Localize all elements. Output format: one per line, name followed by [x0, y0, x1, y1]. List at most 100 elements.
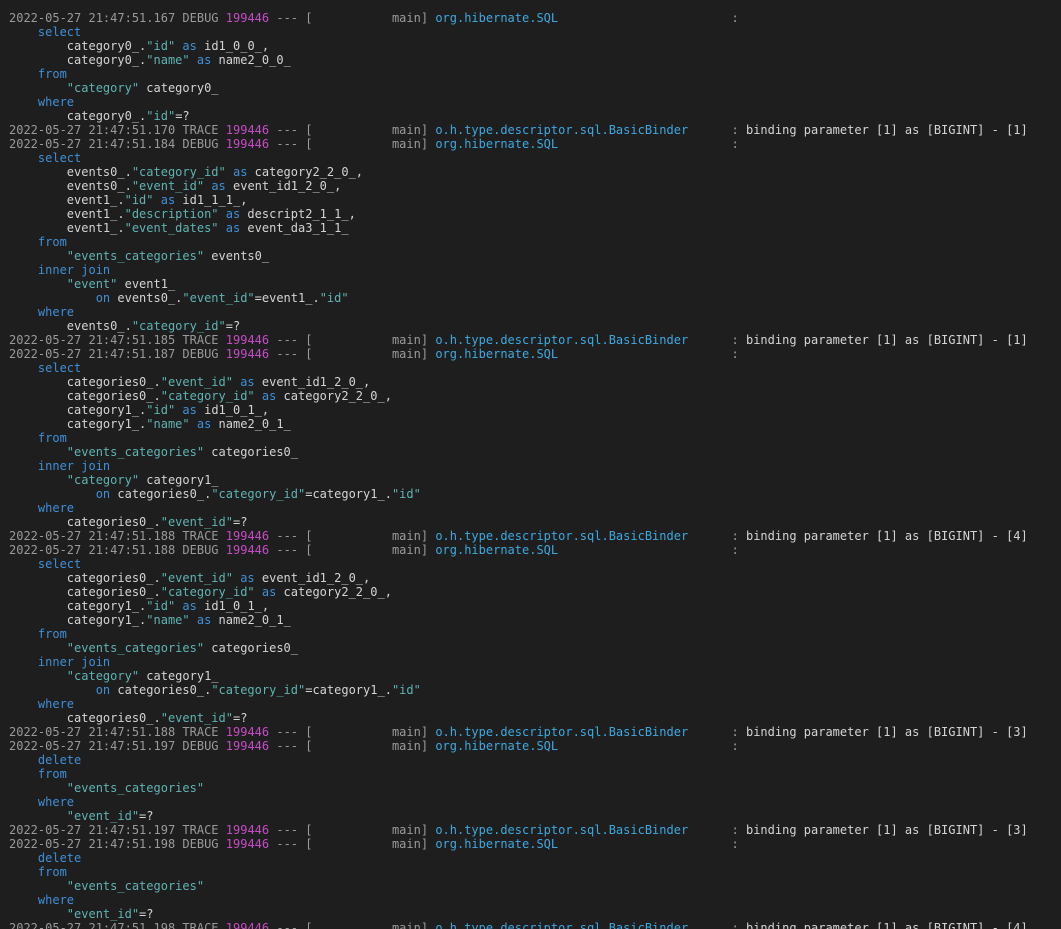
sql-text: =?: [139, 907, 154, 921]
log-logger: o.h.type.descriptor.sql.BasicBinder: [435, 921, 725, 929]
sql-text: events0_: [204, 249, 270, 263]
sql-indent: [9, 25, 38, 39]
sql-text: category1_.: [66, 613, 147, 627]
log-colon: :: [724, 921, 746, 929]
sql-indent: [9, 851, 38, 865]
sql-text: categories0_.: [66, 711, 161, 725]
sql-identifier: "id": [146, 39, 176, 53]
log-timestamp: 2022-05-27 21:47:51.185: [9, 333, 176, 347]
sql-text: event1_: [117, 277, 176, 291]
sql-indent: [9, 865, 38, 879]
sql-line: categories0_."category_id" as category2_…: [9, 585, 1059, 599]
sql-indent: [9, 179, 67, 193]
sql-line: select: [9, 361, 1059, 375]
sql-line: where: [9, 305, 1059, 319]
sql-identifier: "events_categories": [66, 641, 205, 655]
log-separator: --- [: [269, 11, 313, 25]
sql-identifier: "event_id": [160, 515, 233, 529]
log-thread: main]: [312, 725, 436, 739]
sql-keyword: as: [261, 389, 277, 403]
log-level: TRACE: [182, 725, 219, 739]
sql-keyword: as: [182, 39, 197, 53]
sql-text: event_da3_1_1_: [240, 221, 349, 235]
sql-text: category2_2_0_,: [276, 585, 392, 599]
sql-indent: [9, 445, 67, 459]
log-timestamp: 2022-05-27 21:47:51.184: [9, 137, 176, 151]
sql-keyword: from: [37, 865, 67, 879]
sql-keyword: delete: [37, 753, 82, 767]
sql-keyword: from: [37, 235, 67, 249]
sql-keyword: from: [37, 67, 67, 81]
sql-keyword: where: [37, 697, 75, 711]
log-pid: 199446: [225, 347, 270, 361]
sql-identifier: "name": [146, 417, 190, 431]
sql-text: descript2_1_1_,: [240, 207, 356, 221]
log-separator: --- [: [269, 823, 313, 837]
log-logger: org.hibernate.SQL: [435, 11, 725, 25]
log-timestamp: 2022-05-27 21:47:51.197: [9, 739, 176, 753]
sql-indent: [9, 417, 67, 431]
sql-identifier: "id": [124, 193, 154, 207]
log-logger: org.hibernate.SQL: [435, 137, 725, 151]
sql-keyword: where: [37, 893, 75, 907]
sql-indent: [9, 109, 67, 123]
log-separator: --- [: [269, 529, 313, 543]
log-thread: main]: [312, 823, 436, 837]
sql-text: category1_.: [66, 403, 147, 417]
log-level: DEBUG: [182, 137, 219, 151]
sql-indent: [9, 767, 38, 781]
log-logger: o.h.type.descriptor.sql.BasicBinder: [435, 529, 725, 543]
sql-identifier: "event_id": [131, 179, 205, 193]
sql-text: category1_: [139, 473, 219, 487]
sql-line: category0_."id" as id1_0_0_,: [9, 39, 1059, 53]
sql-text: category0_.: [66, 53, 147, 67]
sql-identifier: "id": [319, 291, 349, 305]
sql-line: from: [9, 865, 1059, 879]
log-level: DEBUG: [182, 347, 219, 361]
log-level: DEBUG: [182, 11, 219, 25]
sql-line: where: [9, 95, 1059, 109]
sql-identifier: "category_id": [131, 165, 226, 179]
log-level: TRACE: [182, 921, 219, 929]
sql-indent: [9, 81, 67, 95]
sql-line: categories0_."event_id"=?: [9, 711, 1059, 725]
sql-identifier: "events_categories": [66, 781, 205, 795]
sql-indent: [9, 39, 67, 53]
log-pid: 199446: [225, 333, 270, 347]
sql-text: id1_1_1_,: [175, 193, 248, 207]
sql-indent: [9, 655, 38, 669]
sql-text: categories0_.: [66, 585, 161, 599]
sql-identifier: "id": [146, 599, 176, 613]
sql-identifier: "event_dates": [124, 221, 219, 235]
log-colon: :: [724, 739, 746, 753]
log-pid: 199446: [225, 739, 270, 753]
sql-identifier: "category_id": [160, 585, 255, 599]
sql-text: event_id1_2_0_,: [254, 375, 371, 389]
sql-identifier: "description": [124, 207, 219, 221]
sql-indent: [9, 627, 38, 641]
sql-indent: [9, 753, 38, 767]
sql-line: inner join: [9, 263, 1059, 277]
sql-keyword: delete: [37, 851, 82, 865]
sql-keyword: inner join: [37, 459, 111, 473]
sql-identifier: "category": [66, 473, 140, 487]
sql-keyword: as: [240, 571, 255, 585]
sql-indent: [9, 501, 38, 515]
log-line: 2022-05-27 21:47:51.170 TRACE 199446 ---…: [9, 123, 1059, 137]
sql-line: "category" category1_: [9, 669, 1059, 683]
sql-line: where: [9, 501, 1059, 515]
log-level: DEBUG: [182, 837, 219, 851]
sql-text: categories0_: [204, 445, 298, 459]
sql-indent: [9, 781, 67, 795]
sql-indent: [9, 571, 67, 585]
log-thread: main]: [312, 739, 436, 753]
sql-identifier: "events_categories": [66, 249, 205, 263]
sql-line: category1_."id" as id1_0_1_,: [9, 403, 1059, 417]
sql-indent: [9, 613, 67, 627]
sql-line: on categories0_."category_id"=category1_…: [9, 683, 1059, 697]
sql-indent: [9, 515, 67, 529]
sql-keyword: from: [37, 767, 67, 781]
sql-keyword: select: [37, 557, 82, 571]
log-line: 2022-05-27 21:47:51.187 DEBUG 199446 ---…: [9, 347, 1059, 361]
